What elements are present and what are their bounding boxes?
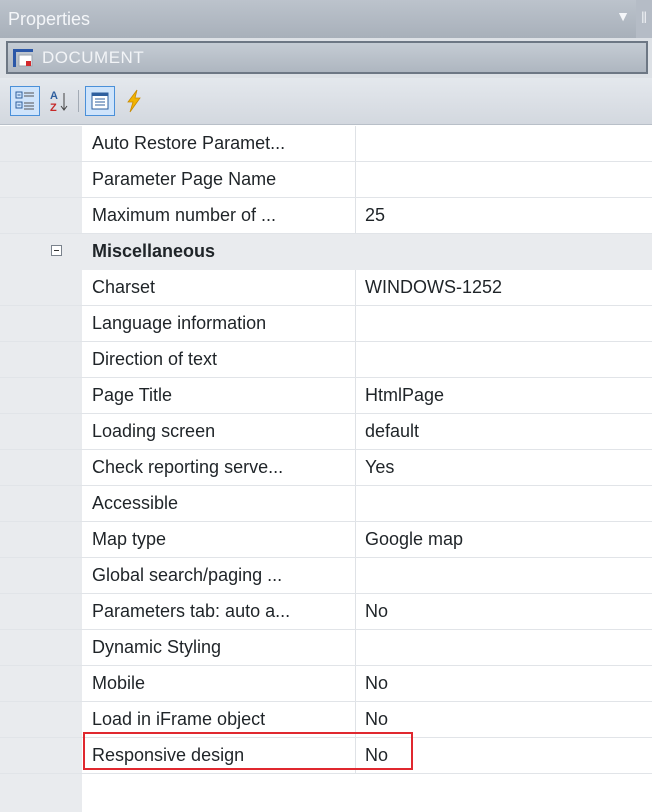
property-value[interactable] [356, 630, 652, 665]
property-value[interactable]: HtmlPage [356, 378, 652, 413]
document-icon [12, 48, 34, 68]
property-row[interactable]: Maximum number of ... 25 [0, 198, 652, 234]
property-name: Auto Restore Paramet... [82, 126, 356, 161]
property-row[interactable]: Mobile No [0, 666, 652, 702]
events-button[interactable] [119, 86, 149, 116]
selected-object-label: DOCUMENT [42, 47, 145, 67]
property-value[interactable] [356, 162, 652, 197]
property-row[interactable]: Parameters tab: auto a... No [0, 594, 652, 630]
panel-title: Properties [8, 8, 91, 29]
property-pages-button[interactable] [85, 86, 115, 116]
highlight-box [83, 732, 413, 770]
properties-title-bar: Properties ▼ ‖ [0, 0, 652, 38]
property-value[interactable]: No [356, 666, 652, 701]
svg-text:A: A [50, 90, 58, 102]
property-name: Loading screen [82, 414, 356, 449]
property-value[interactable]: Yes [356, 450, 652, 485]
category-label: Miscellaneous [92, 241, 216, 261]
property-row[interactable]: Charset WINDOWS-1252 [0, 270, 652, 306]
property-value[interactable] [356, 486, 652, 521]
categorized-button[interactable] [10, 86, 40, 116]
property-name: Global search/paging ... [82, 558, 356, 593]
property-name: Parameter Page Name [82, 162, 356, 197]
property-row[interactable]: Map type Google map [0, 522, 652, 558]
property-row[interactable]: Check reporting serve... Yes [0, 450, 652, 486]
property-row[interactable]: Parameter Page Name [0, 162, 652, 198]
property-row[interactable]: Language information [0, 306, 652, 342]
property-value[interactable]: 25 [356, 198, 652, 233]
property-value[interactable] [356, 342, 652, 377]
property-name: Check reporting serve... [82, 450, 356, 485]
object-selector-box[interactable]: DOCUMENT [6, 41, 648, 74]
property-row[interactable]: Auto Restore Paramet... [0, 126, 652, 162]
property-value[interactable] [356, 306, 652, 341]
property-grid: Auto Restore Paramet... Parameter Page N… [0, 126, 652, 812]
property-row[interactable]: Dynamic Styling [0, 630, 652, 666]
dropdown-arrow-icon[interactable]: ▼ [616, 8, 630, 24]
categorized-icon [15, 91, 34, 110]
property-name: Accessible [82, 486, 356, 521]
lightning-icon [127, 89, 141, 113]
pin-icon[interactable]: ‖ [636, 0, 652, 38]
property-value[interactable]: default [356, 414, 652, 449]
property-name: Maximum number of ... [82, 198, 356, 233]
property-row[interactable]: Page Title HtmlPage [0, 378, 652, 414]
category-row-miscellaneous[interactable]: Miscellaneous [0, 234, 652, 270]
property-name: Charset [82, 270, 356, 305]
property-row[interactable]: Accessible [0, 486, 652, 522]
alphabetical-icon: A Z [50, 90, 68, 114]
collapse-icon[interactable] [51, 245, 62, 256]
property-value[interactable]: WINDOWS-1252 [356, 270, 652, 305]
property-name: Language information [82, 306, 356, 341]
toolbar-separator [78, 90, 79, 112]
svg-text:Z: Z [50, 102, 57, 114]
property-row[interactable]: Global search/paging ... [0, 558, 652, 594]
property-row[interactable]: Direction of text [0, 342, 652, 378]
property-name: Page Title [82, 378, 356, 413]
property-name: Map type [82, 522, 356, 557]
object-selector[interactable]: DOCUMENT [0, 38, 652, 78]
property-row[interactable]: Loading screen default [0, 414, 652, 450]
property-value[interactable]: No [356, 594, 652, 629]
properties-toolbar: A Z [0, 78, 652, 125]
property-name: Dynamic Styling [82, 630, 356, 665]
property-name: Direction of text [82, 342, 356, 377]
property-value[interactable] [356, 126, 652, 161]
property-value[interactable] [356, 558, 652, 593]
alphabetical-button[interactable]: A Z [44, 86, 74, 116]
property-pages-icon [91, 92, 109, 110]
property-name: Parameters tab: auto a... [82, 594, 356, 629]
property-name: Mobile [82, 666, 356, 701]
property-value[interactable]: Google map [356, 522, 652, 557]
